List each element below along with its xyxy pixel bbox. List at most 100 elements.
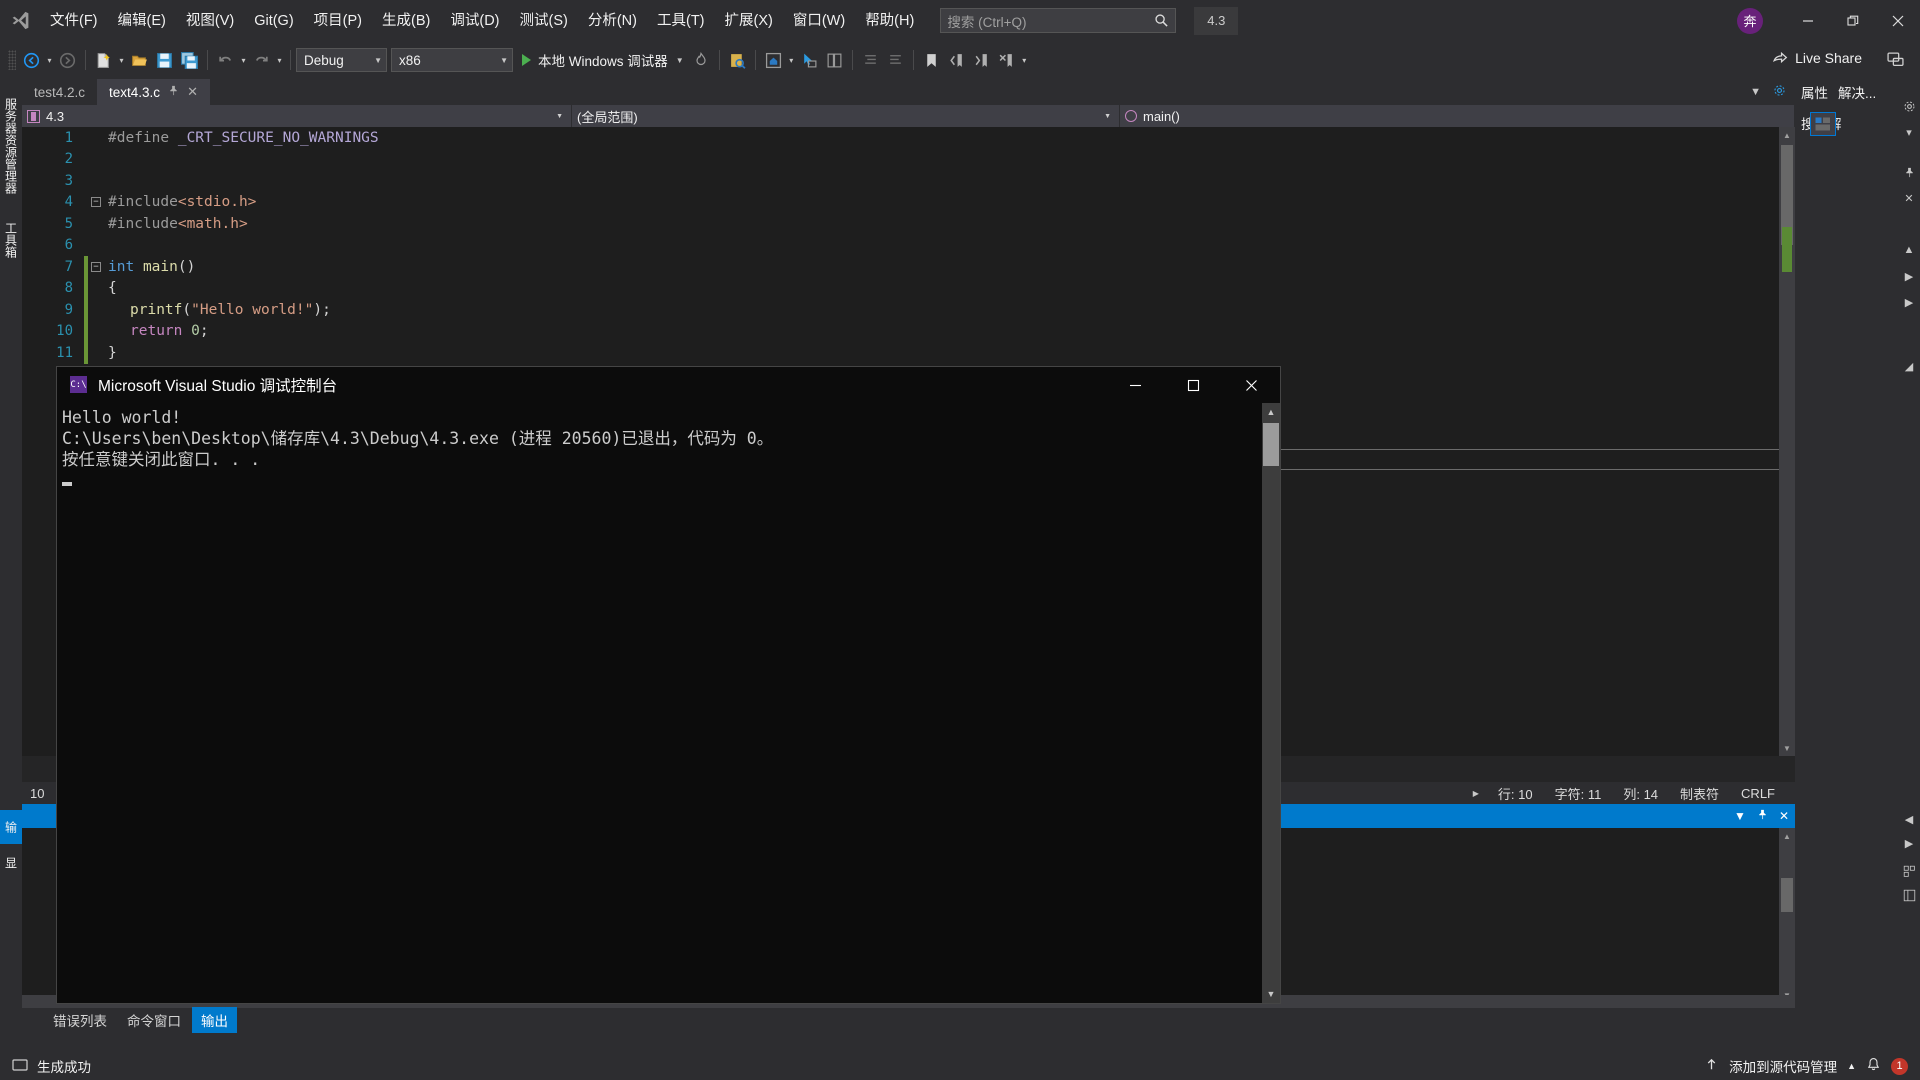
solution-explorer-title[interactable]: 解决... <box>1838 82 1876 102</box>
indent-icon[interactable] <box>858 47 883 73</box>
navigate-backward-dropdown-icon[interactable]: ▾ <box>44 47 55 73</box>
new-file-icon[interactable] <box>91 47 116 73</box>
close-icon[interactable]: ✕ <box>1898 185 1920 211</box>
console-close-button[interactable] <box>1222 367 1280 403</box>
toolbar-overflow-icon[interactable]: ▾ <box>1019 47 1030 73</box>
clear-bookmarks-icon[interactable] <box>994 47 1019 73</box>
properties-window-icon[interactable] <box>822 47 847 73</box>
sidebar-item-display[interactable]: 显 <box>0 846 22 880</box>
properties-grid-icon[interactable] <box>1898 882 1920 908</box>
grid-view-icon[interactable] <box>1898 858 1920 884</box>
code-line[interactable]: 2 <box>22 149 1795 171</box>
tab-output[interactable]: 输出 <box>192 1007 237 1033</box>
menu-debug[interactable]: 调试(D) <box>441 7 508 35</box>
scroll-down-icon[interactable]: ▼ <box>1262 985 1280 1003</box>
menu-build[interactable]: 生成(B) <box>373 7 439 35</box>
menu-view[interactable]: 视图(V) <box>177 7 243 35</box>
editor-vertical-scrollbar[interactable]: ▲ ▼ <box>1779 127 1795 756</box>
menu-test[interactable]: 测试(S) <box>511 7 577 35</box>
collapse-icon[interactable]: ▲ <box>1898 237 1920 263</box>
navbar-project-combo[interactable]: 4.3 ▼ <box>22 105 572 127</box>
output-panel-dropdown-icon[interactable]: ▼ <box>1729 809 1751 823</box>
code-line[interactable]: 7 − int main() <box>22 256 1795 278</box>
console-minimize-button[interactable] <box>1106 367 1164 403</box>
save-all-icon[interactable] <box>177 47 202 73</box>
send-feedback-icon[interactable] <box>1887 51 1904 73</box>
toolbar-grip[interactable] <box>8 50 16 70</box>
document-tab-test4-2[interactable]: test4.2.c <box>22 79 98 105</box>
console-scrollbar[interactable]: ▲ ▼ <box>1262 403 1280 1003</box>
gear-icon[interactable] <box>1898 93 1920 119</box>
code-line[interactable]: 4 − #include<stdio.h> <box>22 192 1795 214</box>
hot-reload-icon[interactable] <box>689 47 714 73</box>
solution-explorer-preview-icon[interactable] <box>1810 112 1836 136</box>
source-control-upload-icon[interactable] <box>1704 1057 1719 1075</box>
window-restore-button[interactable] <box>1830 0 1875 41</box>
debug-console-window[interactable]: C:\ Microsoft Visual Studio 调试控制台 Hello … <box>57 367 1280 1003</box>
new-file-dropdown-icon[interactable]: ▾ <box>116 47 127 73</box>
navigate-forward-icon[interactable] <box>55 47 80 73</box>
source-control-label[interactable]: 添加到源代码管理 <box>1729 1056 1837 1076</box>
code-line[interactable]: 8{ <box>22 277 1795 299</box>
menu-edit[interactable]: 编辑(E) <box>109 7 175 35</box>
next-bookmark-icon[interactable] <box>969 47 994 73</box>
bookmark-icon[interactable] <box>919 47 944 73</box>
output-panel-pin-icon[interactable] <box>1751 809 1773 823</box>
scrollbar-thumb[interactable] <box>1781 878 1793 912</box>
solution-platform-combo[interactable]: x86 ▼ <box>391 48 513 72</box>
scrollbar-thumb[interactable] <box>1263 423 1279 466</box>
scroll-up-icon[interactable]: ▲ <box>1779 828 1795 844</box>
menu-project[interactable]: 项目(P) <box>305 7 371 35</box>
notifications-bell-icon[interactable] <box>1866 1057 1881 1075</box>
avatar[interactable]: 奔 <box>1737 7 1763 34</box>
collapse-icon-2[interactable]: ◢ <box>1898 353 1920 379</box>
properties-window-title[interactable]: 属性 <box>1801 82 1828 102</box>
code-line[interactable]: 6 <box>22 235 1795 257</box>
console-title-bar[interactable]: C:\ Microsoft Visual Studio 调试控制台 <box>57 367 1280 403</box>
code-line[interactable]: 11} <box>22 342 1795 364</box>
live-share-button[interactable]: Live Share <box>1772 49 1862 66</box>
code-line[interactable]: 5 #include<math.h> <box>22 213 1795 235</box>
search-solution-icon[interactable] <box>725 47 750 73</box>
navbar-member-combo[interactable]: main() <box>1120 105 1795 127</box>
undo-dropdown-icon[interactable]: ▾ <box>238 47 249 73</box>
menu-window[interactable]: 窗口(W) <box>784 7 854 35</box>
save-icon[interactable] <box>152 47 177 73</box>
menu-analyze[interactable]: 分析(N) <box>579 7 646 35</box>
status-overflow-icon[interactable]: ▶ <box>1465 789 1487 798</box>
active-files-dropdown-icon[interactable]: ▼ <box>1750 86 1761 98</box>
close-icon[interactable]: ✕ <box>187 84 198 100</box>
scroll-down-icon[interactable]: ▼ <box>1779 740 1795 756</box>
undo-icon[interactable] <box>213 47 238 73</box>
collapse-region-icon[interactable]: − <box>88 261 104 272</box>
pin-icon[interactable] <box>168 85 179 99</box>
solution-configuration-combo[interactable]: Debug ▼ <box>296 48 387 72</box>
global-search-input[interactable]: 搜索 (Ctrl+Q) <box>940 8 1177 33</box>
sidebar-item-output[interactable]: 输 <box>0 810 22 844</box>
tab-command-window[interactable]: 命令窗口 <box>118 1007 190 1033</box>
output-vertical-scrollbar[interactable]: ▲ ▼ <box>1779 828 1795 1003</box>
code-line[interactable]: 1 #define _CRT_SECURE_NO_WARNINGS <box>22 127 1795 149</box>
navigate-backward-icon[interactable] <box>19 47 44 73</box>
expand-icon-2[interactable]: ▶ <box>1898 289 1920 315</box>
collapse-region-icon[interactable]: − <box>88 197 104 208</box>
start-debugging-button[interactable]: 本地 Windows 调试器 ▼ <box>517 47 689 73</box>
sidebar-item-toolbox[interactable]: 工具箱 <box>0 212 22 268</box>
prev-item-icon[interactable]: ◀ <box>1898 806 1920 832</box>
output-panel-close-icon[interactable]: ✕ <box>1773 809 1795 823</box>
editor-settings-icon[interactable] <box>1773 84 1786 100</box>
window-close-button[interactable] <box>1875 0 1920 41</box>
tab-error-list[interactable]: 错误列表 <box>44 1007 116 1033</box>
console-output-text[interactable]: Hello world! C:\Users\ben\Desktop\储存库\4.3… <box>57 403 1262 1003</box>
next-item-icon[interactable]: ▶ <box>1898 830 1920 856</box>
home-window-icon[interactable] <box>761 47 786 73</box>
expand-icon[interactable]: ▶ <box>1898 263 1920 289</box>
redo-icon[interactable] <box>249 47 274 73</box>
menu-help[interactable]: 帮助(H) <box>856 7 923 35</box>
menu-file[interactable]: 文件(F) <box>41 7 107 35</box>
pin-icon[interactable] <box>1898 159 1920 185</box>
code-line[interactable]: 10 return 0; <box>22 320 1795 342</box>
redo-dropdown-icon[interactable]: ▾ <box>274 47 285 73</box>
scroll-up-icon[interactable]: ▲ <box>1262 403 1280 421</box>
previous-bookmark-icon[interactable] <box>944 47 969 73</box>
